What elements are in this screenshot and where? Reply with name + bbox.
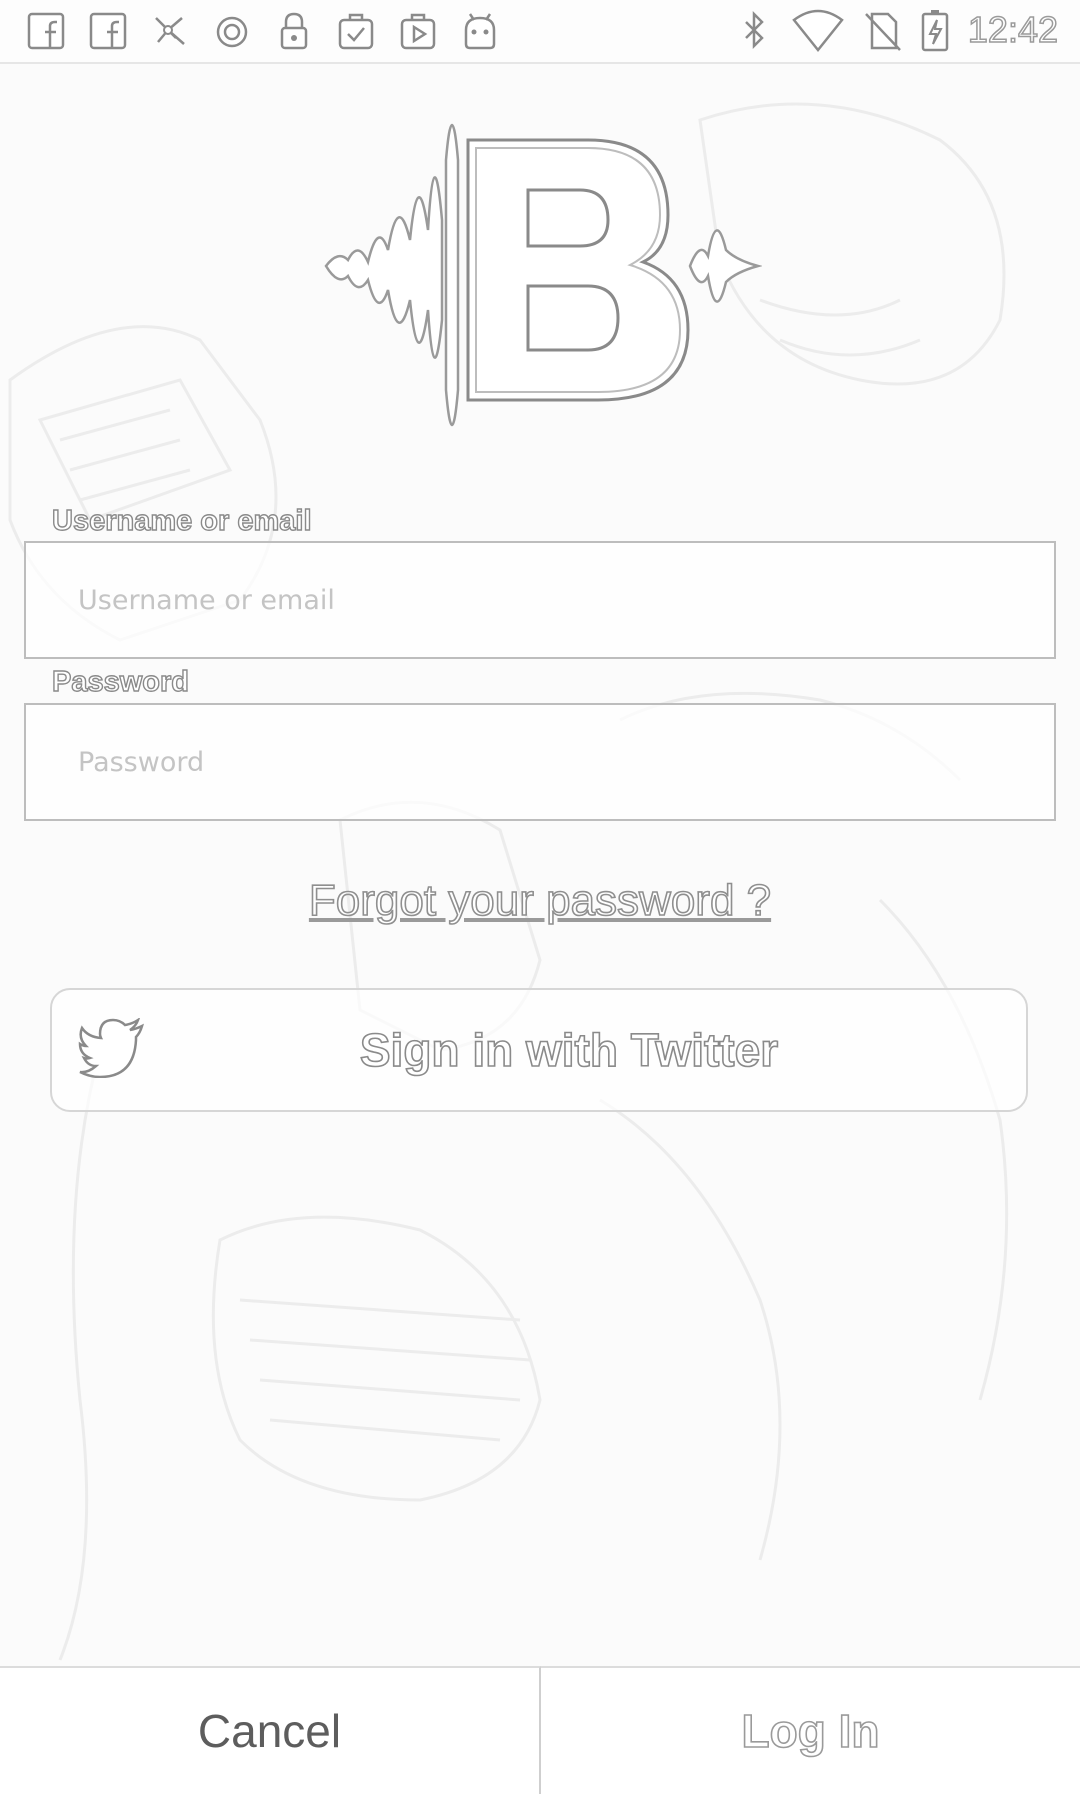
twitter-button-label: Sign in with Twitter	[359, 1023, 779, 1077]
bottom-action-bar: Cancel Log In	[0, 1666, 1080, 1794]
forgot-password-container: Forgot your password ?	[0, 875, 1080, 926]
login-screen: 12:42 Username or email Password Forgot …	[0, 0, 1080, 1794]
lock-icon	[274, 8, 314, 52]
username-label: Username or email	[51, 504, 312, 537]
clock: 12:42	[967, 8, 1059, 51]
sign-in-with-twitter-button[interactable]: Sign in with Twitter	[50, 988, 1028, 1112]
circle-icon	[212, 8, 252, 52]
bluetooth-icon	[734, 8, 774, 52]
wifi-icon	[792, 8, 844, 52]
cancel-button[interactable]: Cancel	[0, 1666, 541, 1794]
status-bar: 12:42	[0, 0, 1080, 64]
password-input[interactable]	[26, 705, 1054, 819]
password-label: Password	[51, 665, 189, 698]
battery-charging-icon	[920, 8, 950, 52]
sound-wave-logo	[324, 123, 762, 427]
play-store-icon	[398, 8, 438, 52]
log-in-button[interactable]: Log In	[541, 1666, 1080, 1794]
no-sim-icon	[862, 8, 902, 52]
task-icon	[336, 8, 376, 52]
password-field-container	[24, 703, 1056, 821]
facebook-icon	[88, 8, 128, 52]
facebook-icon	[26, 8, 66, 52]
notification-icons	[26, 8, 500, 52]
username-field-container	[24, 541, 1056, 659]
android-icon	[460, 8, 500, 52]
forgot-password-link[interactable]: Forgot your password ?	[308, 875, 772, 926]
fan-icon	[150, 8, 190, 52]
username-input[interactable]	[26, 543, 1054, 657]
system-icons: 12:42	[734, 8, 1059, 52]
